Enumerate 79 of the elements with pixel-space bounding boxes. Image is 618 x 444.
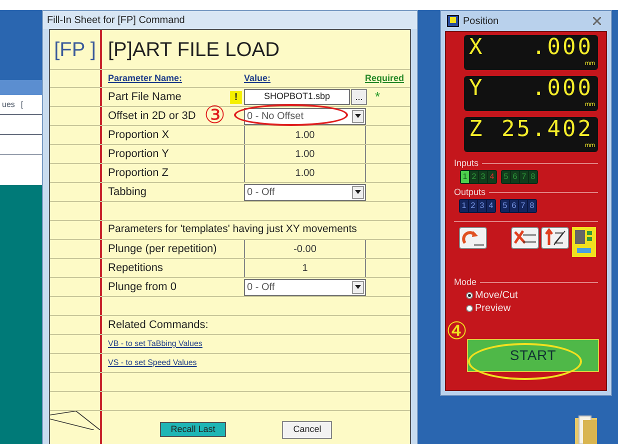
title-bar	[0, 80, 44, 95]
radio-option[interactable]: Preview	[466, 302, 598, 315]
axis-value: .000	[532, 37, 593, 59]
bracket-label: [	[20, 98, 24, 110]
axis-label: Y	[469, 78, 482, 100]
parameter-label: Proportion Z	[108, 166, 169, 181]
zero-return-icon[interactable]	[459, 227, 487, 249]
step-number: ③	[204, 104, 226, 128]
parameter-label: Repetitions	[108, 260, 164, 276]
warning-badge: !	[230, 90, 242, 104]
start-button[interactable]: START	[467, 339, 599, 372]
parameter-label: Tabbing	[108, 184, 147, 200]
output-indicator: 6	[510, 200, 518, 212]
axis-value: 25.402	[502, 119, 593, 141]
value-field[interactable]: 1.00	[244, 145, 366, 163]
related-link[interactable]: VB - to set TaBbing Values	[108, 338, 202, 350]
section-label: Outputs	[454, 186, 486, 199]
value-field[interactable]: 1.00	[244, 164, 366, 182]
keypad-icon[interactable]	[572, 227, 596, 257]
value-field[interactable]: 1	[244, 259, 366, 277]
input-indicator: 2	[470, 171, 478, 183]
radio-option[interactable]: Move/Cut	[466, 289, 598, 302]
parameter-label: Plunge (per repetition)	[108, 242, 217, 257]
required-mark: *	[375, 88, 380, 106]
axis-value: .000	[532, 78, 593, 100]
window-title: Position	[463, 14, 499, 28]
value-field[interactable]: -0.00	[244, 240, 366, 258]
caret-icon	[355, 285, 361, 289]
section-heading: Related Commands:	[108, 318, 208, 333]
caret-icon	[355, 114, 361, 118]
parameter-label: Part File Name	[108, 90, 182, 105]
app-icon	[447, 15, 459, 27]
sheet-heading: [P]ART FILE LOAD	[108, 38, 280, 62]
output-indicator: 2	[469, 200, 477, 212]
output-indicator: 3	[478, 200, 486, 212]
dropdown[interactable]: 0 - Off	[244, 184, 366, 200]
radio-button[interactable]	[466, 292, 473, 299]
section-note: Parameters for 'templates' having just XY movements	[108, 222, 357, 238]
cancel-button[interactable]: Cancel	[282, 420, 332, 438]
caret-icon	[355, 190, 361, 194]
input-indicator: 3	[479, 171, 487, 183]
radio-button[interactable]	[466, 305, 473, 312]
output-indicator: 8	[528, 200, 536, 212]
output-indicator: 4	[487, 200, 495, 212]
output-indicator: 1	[460, 200, 468, 212]
xy-zero-icon[interactable]	[511, 227, 539, 249]
column-header: Required	[364, 72, 404, 85]
input-indicator: 5	[502, 171, 510, 183]
column-header: Value:	[244, 72, 272, 85]
input-indicator: 8	[529, 171, 537, 183]
related-link[interactable]: VS - to set Speed Values	[108, 357, 197, 369]
axis-label: X	[469, 37, 482, 59]
output-indicator: 7	[519, 200, 527, 212]
tab-label: ues	[2, 98, 15, 110]
window-title: Fill-In Sheet for [FP] Command	[43, 11, 417, 29]
output-indicator: 5	[501, 200, 509, 212]
page-curl-drawing	[50, 411, 102, 430]
dropdown[interactable]: 0 - Off	[244, 278, 366, 296]
step-number: ④	[446, 320, 468, 344]
value-field[interactable]: 1.00	[244, 126, 366, 144]
input-indicator: 7	[520, 171, 528, 183]
z-zero-icon[interactable]	[541, 227, 569, 249]
recall-button[interactable]: Recall Last	[160, 422, 226, 437]
column-header: Parameter Name:	[108, 72, 184, 85]
close-icon[interactable]	[593, 17, 601, 25]
file-name-field[interactable]: SHOPBOT1.sbp	[244, 89, 350, 105]
axis-label: Z	[469, 119, 482, 141]
dropdown[interactable]: 0 - No Offset	[244, 108, 366, 124]
parameter-label: Plunge from 0	[108, 280, 176, 295]
input-indicator: 1	[461, 171, 469, 183]
parameter-label: Proportion X	[108, 128, 170, 143]
section-label: Inputs	[454, 156, 479, 170]
browse-button[interactable]: ...	[351, 89, 367, 105]
input-indicator: 4	[488, 171, 496, 183]
command-code: [FP ]	[54, 38, 96, 62]
parameter-label: Proportion Y	[108, 146, 169, 162]
section-label: Mode	[454, 276, 477, 289]
parameter-label: Offset in 2D or 3D	[108, 108, 196, 124]
input-indicator: 6	[511, 171, 519, 183]
